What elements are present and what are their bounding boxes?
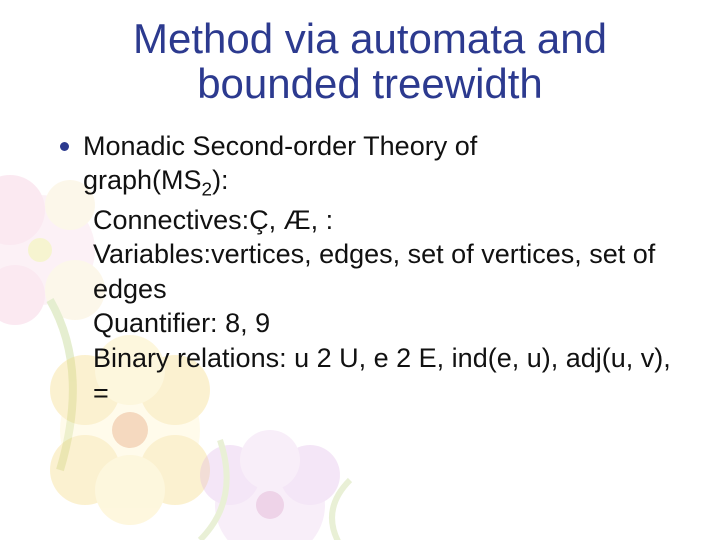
theory-line2a: graph(MS [83, 165, 202, 195]
variables-line: Variables:vertices, edges, set of vertic… [83, 237, 680, 306]
theory-line2b: ): [212, 165, 229, 195]
connectives-value: Ç, Æ, : [249, 205, 333, 235]
connectives-label: Connectives: [93, 205, 249, 235]
quantifier-line: Quantifier: 8, 9 [83, 306, 680, 341]
variables-label: Variables: [93, 239, 211, 269]
slide-content: Method via automata and bounded treewidt… [0, 0, 720, 410]
theory-line1: Monadic Second-order Theory of [83, 129, 680, 164]
theory-subscript: 2 [202, 180, 213, 201]
bullet-item: Monadic Second-order Theory of graph(MS2… [60, 129, 680, 410]
bullet-text: Monadic Second-order Theory of graph(MS2… [83, 129, 680, 410]
bullet-dot [60, 142, 69, 151]
slide-title: Method via automata and bounded treewidt… [60, 16, 680, 107]
quantifier-label: Quantifier: [93, 308, 225, 338]
relations-line: Binary relations: u 2 U, e 2 E, ind(e, u… [83, 341, 680, 410]
quantifier-value: 8, 9 [225, 308, 270, 338]
connectives-line: Connectives:Ç, Æ, : [83, 203, 680, 238]
relations-label: Binary relations: [93, 343, 294, 373]
slide-body: Monadic Second-order Theory of graph(MS2… [60, 129, 680, 410]
